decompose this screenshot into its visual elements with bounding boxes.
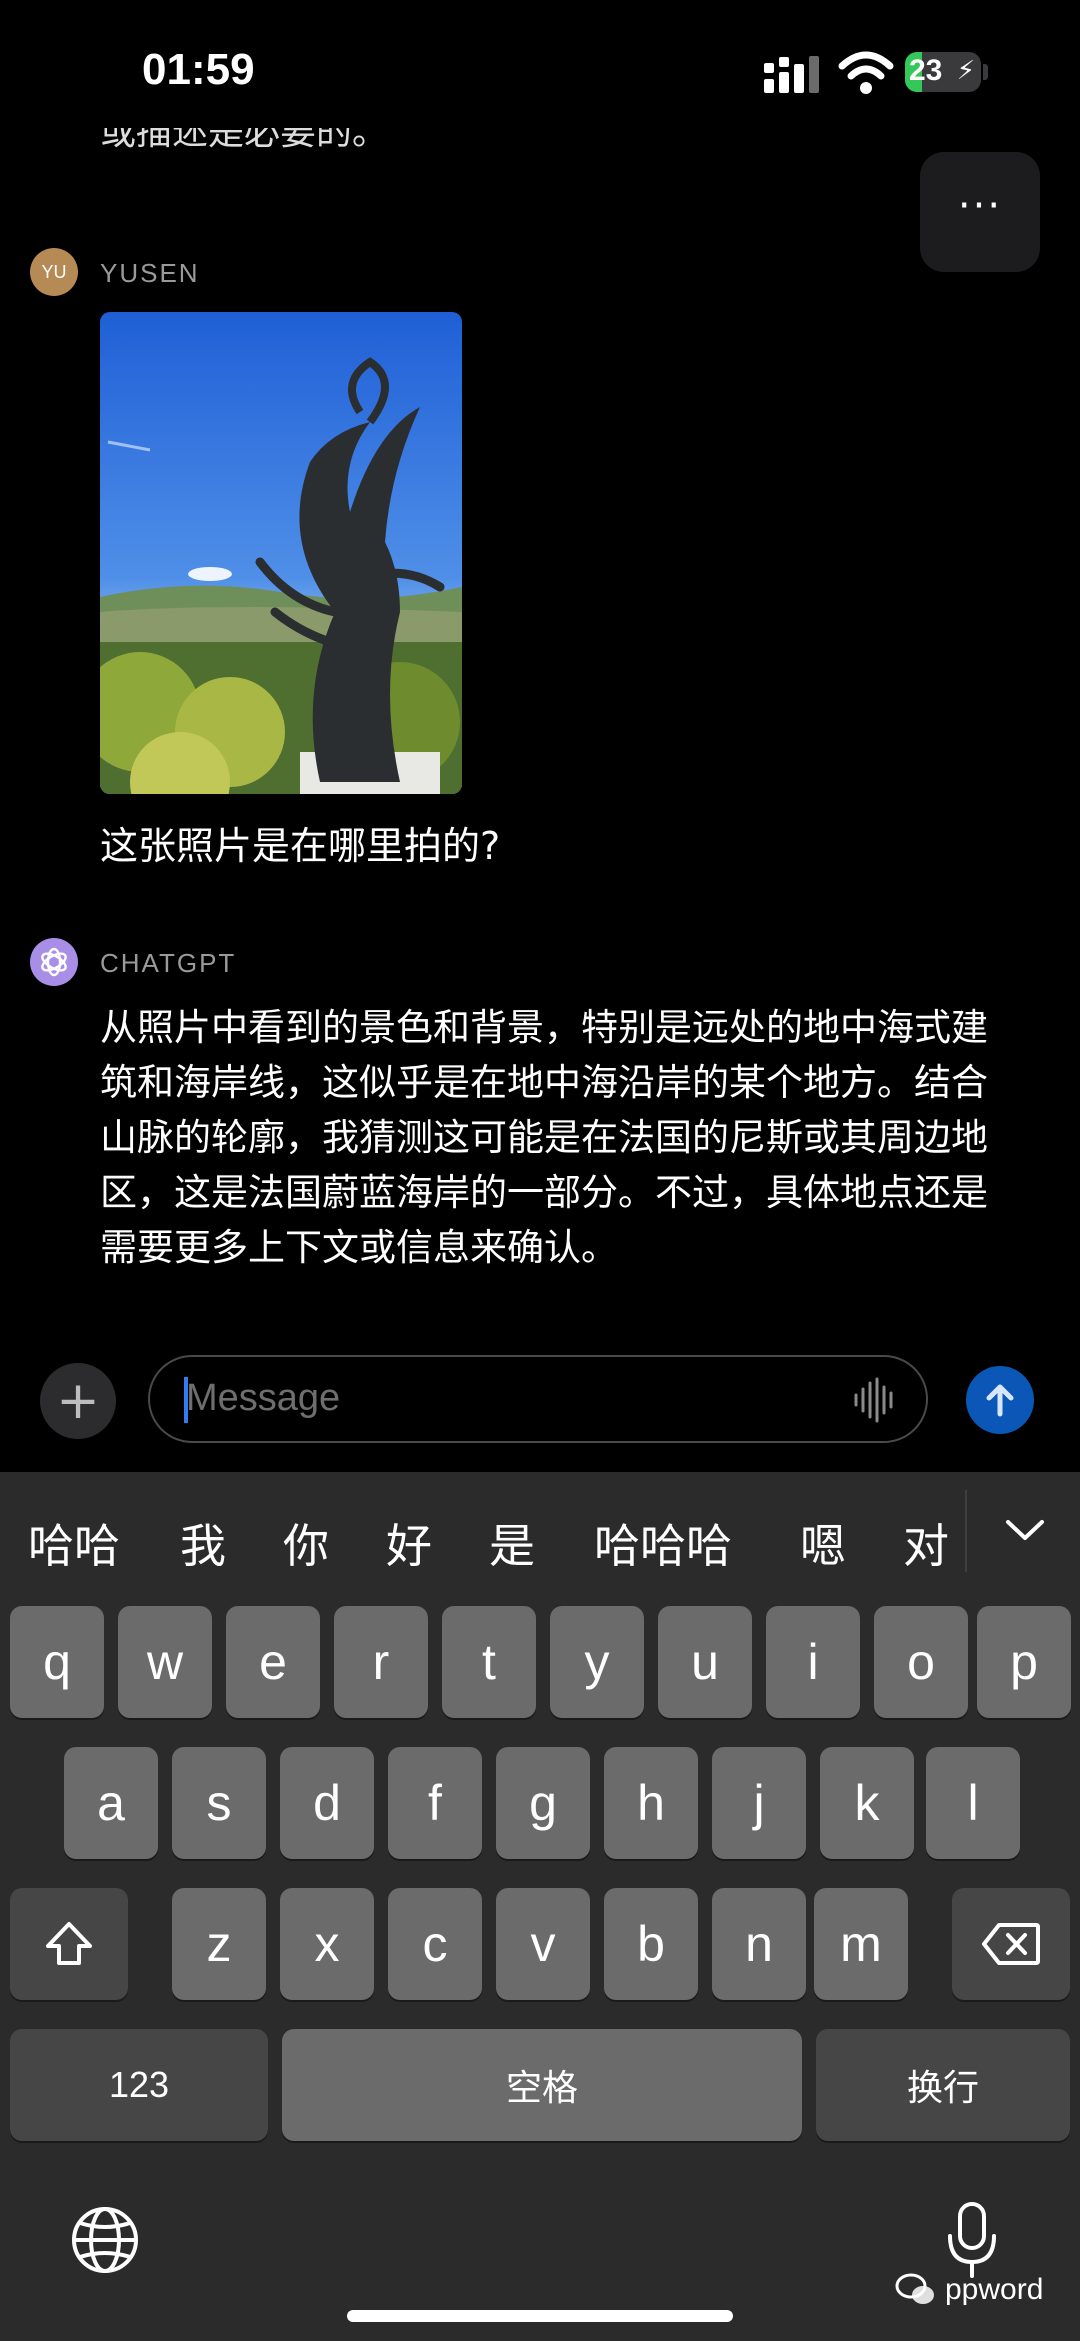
- key-c[interactable]: c: [388, 1888, 482, 2000]
- key-o[interactable]: o: [874, 1606, 968, 1718]
- battery-percent: 23: [909, 54, 943, 87]
- sculpture-photo: [100, 312, 462, 794]
- globe-icon[interactable]: [70, 2205, 140, 2275]
- chatgpt-avatar: [30, 938, 78, 986]
- key-n[interactable]: n: [712, 1888, 806, 2000]
- assistant-message: 从照片中看到的景色和背景，特别是远处的地中海式建筑和海岸线，这似乎是在地中海沿岸…: [100, 1006, 988, 1269]
- user-message: 这张照片是在哪里拍的?: [100, 824, 501, 868]
- key-i[interactable]: i: [766, 1606, 860, 1718]
- battery-icon: 23 ⚡: [905, 52, 981, 92]
- candidate-item[interactable]: 你: [283, 1510, 329, 1576]
- candidate-item[interactable]: 哈哈: [28, 1510, 120, 1576]
- charging-bolt-icon: ⚡: [956, 56, 975, 86]
- key-h[interactable]: h: [604, 1747, 698, 1859]
- user-name: YUSEN: [100, 258, 200, 288]
- mic-icon[interactable]: [944, 2200, 1000, 2280]
- key-j[interactable]: j: [712, 1747, 806, 1859]
- send-arrow-icon: [986, 1384, 1014, 1417]
- candidate-item[interactable]: 是: [489, 1510, 535, 1576]
- candidate-item[interactable]: 对: [903, 1510, 949, 1576]
- message-input[interactable]: Message: [148, 1355, 928, 1443]
- key-r[interactable]: r: [334, 1606, 428, 1718]
- message-placeholder: Message: [186, 1377, 341, 1419]
- wifi-icon: [838, 51, 894, 94]
- candidate-item[interactable]: 好: [386, 1510, 432, 1576]
- key-d[interactable]: d: [280, 1747, 374, 1859]
- key-s[interactable]: s: [172, 1747, 266, 1859]
- return-key[interactable]: 换行: [816, 2029, 1070, 2141]
- key-z[interactable]: z: [172, 1888, 266, 2000]
- key-t[interactable]: t: [442, 1606, 536, 1718]
- status-bar: 01:59 23 ⚡: [0, 0, 1080, 140]
- cellular-icon: [764, 56, 819, 93]
- chevron-down-icon[interactable]: [1000, 1510, 1050, 1550]
- key-b[interactable]: b: [604, 1888, 698, 2000]
- attached-photo[interactable]: [100, 312, 462, 794]
- shift-key[interactable]: [10, 1888, 128, 2000]
- shift-icon: [46, 1922, 92, 1965]
- more-icon: ···: [957, 183, 1003, 229]
- backspace-key[interactable]: [952, 1888, 1070, 2000]
- user-avatar: YU: [30, 248, 78, 296]
- candidate-item[interactable]: 哈哈哈: [594, 1510, 732, 1576]
- candidate-item[interactable]: 我: [180, 1510, 226, 1576]
- numbers-key[interactable]: 123: [10, 2029, 268, 2141]
- key-m[interactable]: m: [814, 1888, 908, 2000]
- key-u[interactable]: u: [658, 1606, 752, 1718]
- key-l[interactable]: l: [926, 1747, 1020, 1859]
- key-a[interactable]: a: [64, 1747, 158, 1859]
- key-f[interactable]: f: [388, 1747, 482, 1859]
- candidate-divider: [965, 1490, 967, 1572]
- send-button[interactable]: [966, 1366, 1034, 1434]
- backspace-icon: [982, 1923, 1040, 1965]
- key-w[interactable]: w: [118, 1606, 212, 1718]
- wechat-icon: [895, 2273, 934, 2304]
- candidate-item[interactable]: 嗯: [800, 1510, 846, 1576]
- watermark-text: ppword: [945, 2273, 1044, 2306]
- key-p[interactable]: p: [977, 1606, 1071, 1718]
- chatgpt-logo-icon: [41, 947, 67, 977]
- assistant-name: CHATGPT: [100, 948, 237, 978]
- previous-message-fragment: 或描述是必要的。: [100, 128, 389, 153]
- key-e[interactable]: e: [226, 1606, 320, 1718]
- key-k[interactable]: k: [820, 1747, 914, 1859]
- more-options-button[interactable]: ···: [920, 152, 1040, 272]
- status-time: 01:59: [142, 45, 255, 94]
- key-q[interactable]: q: [10, 1606, 104, 1718]
- watermark: ppword: [895, 2272, 1043, 2308]
- key-x[interactable]: x: [280, 1888, 374, 2000]
- space-key[interactable]: 空格: [282, 2029, 802, 2141]
- candidate-bar: 哈哈 我 你 好 是 哈哈哈 嗯 对: [0, 1472, 1080, 1602]
- waveform-icon[interactable]: [852, 1377, 898, 1423]
- key-g[interactable]: g: [496, 1747, 590, 1859]
- key-v[interactable]: v: [496, 1888, 590, 2000]
- key-y[interactable]: y: [550, 1606, 644, 1718]
- attach-button[interactable]: +: [40, 1363, 116, 1439]
- home-indicator[interactable]: [347, 2310, 733, 2322]
- battery-cap: [983, 64, 988, 80]
